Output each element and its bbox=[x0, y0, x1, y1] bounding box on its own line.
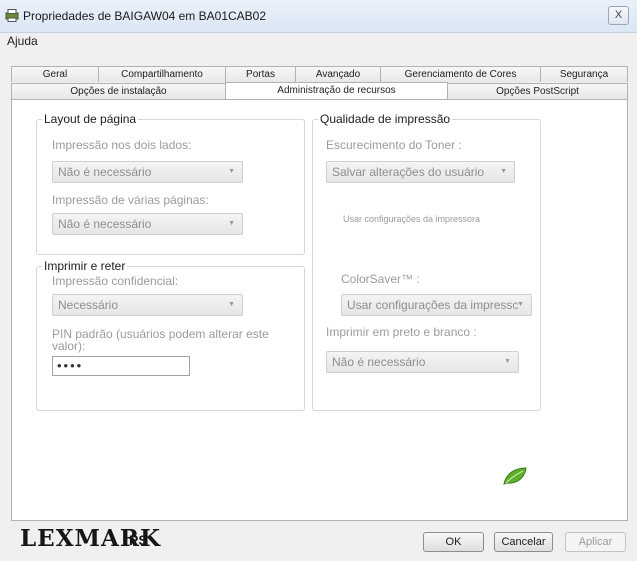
tab-general[interactable]: Geral bbox=[11, 66, 99, 82]
pin-input[interactable]: •••• bbox=[52, 356, 190, 376]
tab-security[interactable]: Segurança bbox=[540, 66, 628, 82]
colorsaver-value: Usar configurações da impressc bbox=[347, 298, 519, 312]
ps-label: PS bbox=[129, 532, 148, 548]
tab-sharing[interactable]: Compartilhamento bbox=[98, 66, 226, 82]
confidential-label: Impressão confidencial: bbox=[52, 274, 179, 288]
duplex-select[interactable]: Não é necessário ▼ bbox=[52, 161, 243, 183]
toner-select[interactable]: Salvar alterações do usuário ▼ bbox=[326, 161, 515, 183]
multipage-value: Não é necessário bbox=[58, 217, 152, 231]
pin-label: PIN padrão (usuários podem alterar este … bbox=[52, 327, 269, 353]
tab-ports[interactable]: Portas bbox=[225, 66, 296, 82]
chevron-down-icon: ▼ bbox=[517, 301, 524, 308]
tab-panel: Layout de página Impressão nos dois lado… bbox=[11, 99, 628, 521]
tab-installation-options[interactable]: Opções de instalação bbox=[11, 83, 226, 99]
dialog-body: Geral Compartilhamento Portas Avançado G… bbox=[0, 51, 637, 561]
print-and-hold-title: Imprimir e reter bbox=[42, 259, 128, 273]
chevron-down-icon: ▼ bbox=[228, 168, 235, 175]
colorsaver-select[interactable]: Usar configurações da impressc ▼ bbox=[341, 294, 532, 316]
close-button[interactable]: X bbox=[608, 6, 629, 25]
cancel-button[interactable]: Cancelar bbox=[494, 532, 553, 552]
toner-value: Salvar alterações do usuário bbox=[332, 165, 485, 179]
printer-icon bbox=[5, 9, 19, 22]
page-layout-title: Layout de página bbox=[42, 112, 139, 126]
multipage-select[interactable]: Não é necessário ▼ bbox=[52, 213, 243, 235]
menu-bar: Ajuda bbox=[0, 33, 637, 51]
multipage-label: Impressão de várias páginas: bbox=[52, 193, 209, 207]
confidential-select[interactable]: Necessário ▼ bbox=[52, 294, 243, 316]
chevron-down-icon: ▼ bbox=[504, 358, 511, 365]
colorsaver-label: ColorSaver™ : bbox=[341, 272, 420, 286]
apply-button[interactable]: Aplicar bbox=[565, 532, 626, 552]
toner-label: Escurecimento do Toner : bbox=[326, 138, 462, 152]
bw-select[interactable]: Não é necessário ▼ bbox=[326, 351, 519, 373]
ok-button[interactable]: OK bbox=[423, 532, 484, 552]
tab-postscript-options[interactable]: Opções PostScript bbox=[447, 83, 628, 99]
menu-help[interactable]: Ajuda bbox=[7, 34, 38, 48]
bw-label: Imprimir em preto e branco : bbox=[326, 325, 477, 339]
tab-color-management[interactable]: Gerenciamento de Cores bbox=[380, 66, 541, 82]
printer-settings-note: Usar configurações da impressora bbox=[343, 214, 481, 224]
chevron-down-icon: ▼ bbox=[228, 301, 235, 308]
duplex-value: Não é necessário bbox=[58, 165, 152, 179]
tab-resource-admin[interactable]: Administração de recursos bbox=[225, 82, 448, 99]
duplex-label: Impressão nos dois lados: bbox=[52, 138, 192, 152]
bw-value: Não é necessário bbox=[332, 355, 426, 369]
tab-advanced[interactable]: Avançado bbox=[295, 66, 381, 82]
confidential-value: Necessário bbox=[58, 298, 119, 312]
window-title: Propriedades de BAIGAW04 em BA01CAB02 bbox=[23, 9, 267, 23]
leaf-icon bbox=[503, 467, 527, 485]
print-quality-title: Qualidade de impressão bbox=[318, 112, 453, 126]
title-bar: Propriedades de BAIGAW04 em BA01CAB02 X bbox=[0, 0, 637, 33]
chevron-down-icon: ▼ bbox=[228, 220, 235, 227]
chevron-down-icon: ▼ bbox=[500, 168, 507, 175]
